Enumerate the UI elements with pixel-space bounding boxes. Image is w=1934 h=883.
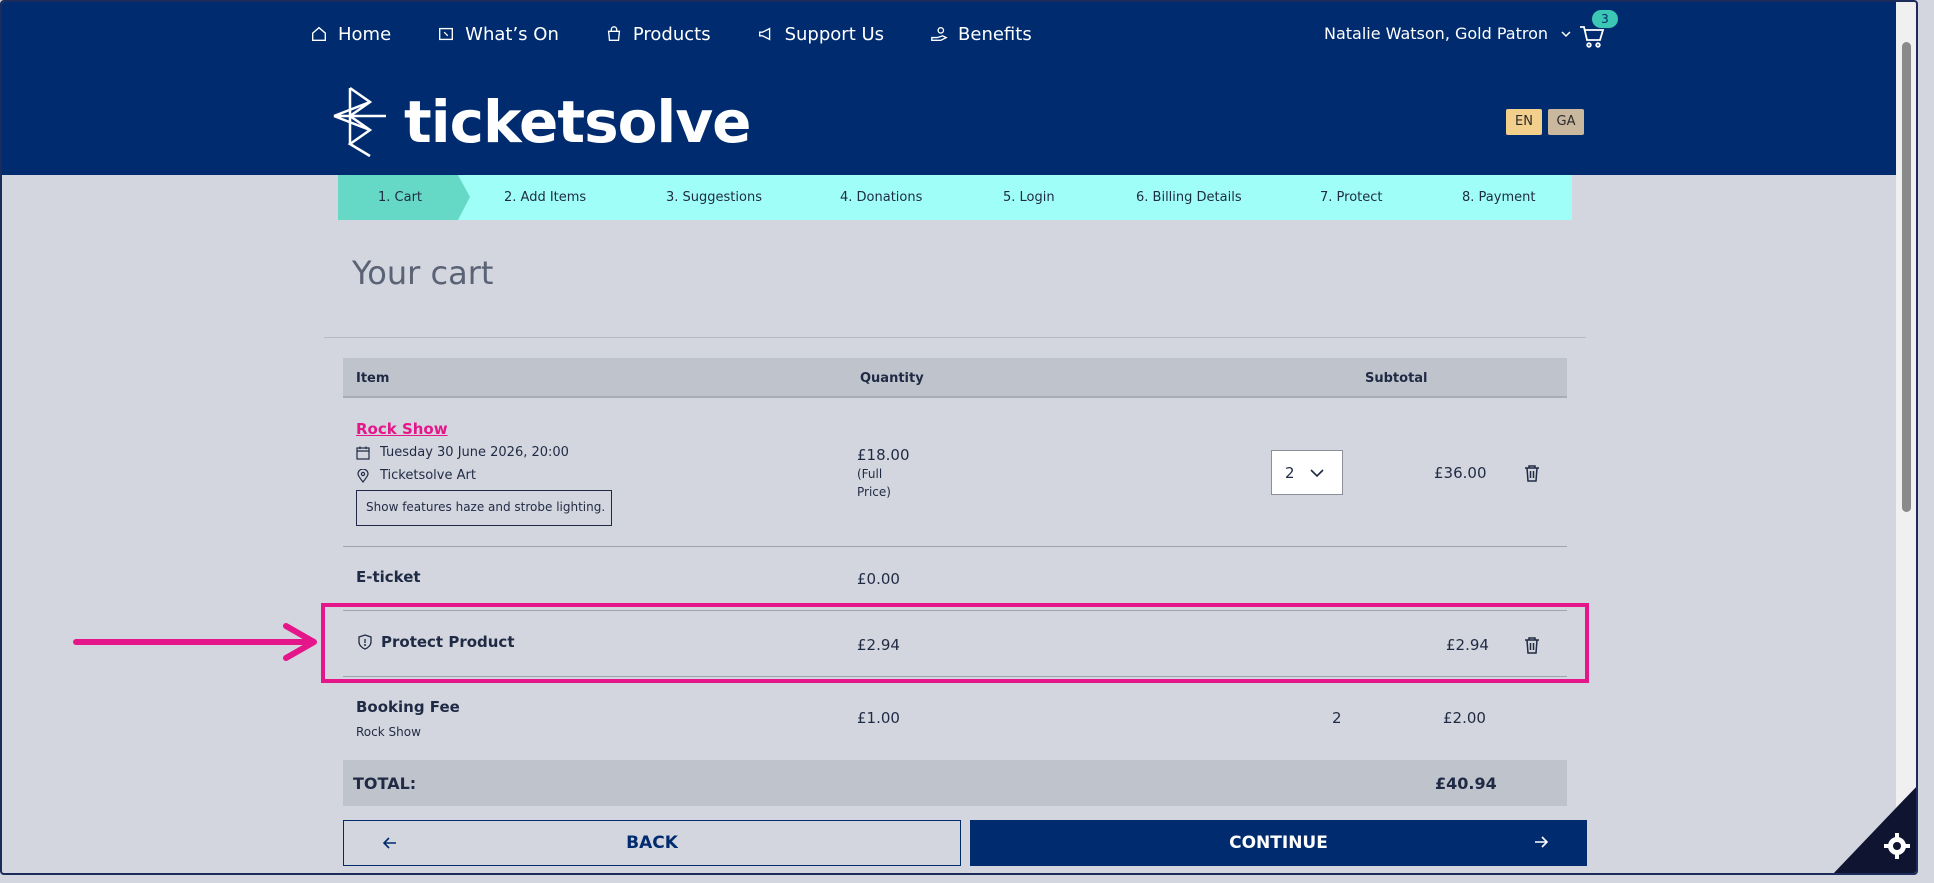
step-add-items[interactable]: 2. Add Items [504, 190, 586, 205]
brand-logo[interactable]: ticketsolve [330, 86, 751, 158]
show-subtotal: £36.00 [1434, 464, 1487, 482]
cart-table-header: Item Quantity Subtotal [343, 358, 1567, 398]
row-divider [343, 546, 1567, 547]
arrow-right-icon [1535, 836, 1549, 848]
step-payment[interactable]: 8. Payment [1462, 190, 1535, 205]
home-icon [312, 26, 326, 41]
step-donations[interactable]: 4. Donations [840, 190, 922, 205]
total-row: TOTAL: £40.94 [343, 760, 1567, 806]
show-price-type-line2: Price) [857, 485, 891, 499]
total-value: £40.94 [1435, 774, 1497, 793]
highlight-box [321, 603, 1589, 683]
booking-fee-price: £1.00 [857, 709, 900, 727]
language-switcher: EN GA [1506, 109, 1584, 135]
back-button-label: BACK [626, 833, 678, 853]
show-venue-text: Ticketsolve Art [380, 468, 476, 483]
browser-frame: Home What’s On Products Support Us Benef… [0, 0, 1918, 875]
step-suggestions[interactable]: 3. Suggestions [666, 190, 762, 205]
show-date-text: Tuesday 30 June 2026, 20:00 [380, 445, 569, 460]
column-quantity: Quantity [860, 371, 924, 386]
step-cart[interactable]: 1. Cart [378, 190, 422, 205]
nav-whats-on[interactable]: What’s On [437, 20, 559, 48]
booking-fee-qty: 2 [1332, 709, 1342, 727]
nav-whats-on-label: What’s On [465, 23, 559, 45]
scrollbar[interactable] [1896, 2, 1916, 873]
show-name-link[interactable]: Rock Show [356, 420, 448, 438]
lang-ga-button[interactable]: GA [1548, 109, 1584, 135]
nav-products-label: Products [632, 23, 711, 45]
user-menu[interactable]: Natalie Watson, Gold Patron [1324, 24, 1572, 43]
chevron-down-icon [1561, 30, 1571, 37]
booking-fee-label: Booking Fee [356, 698, 460, 716]
arrow-annotation-icon [73, 623, 317, 661]
calendar-icon [356, 446, 370, 460]
total-label: TOTAL: [353, 774, 417, 793]
gear-icon[interactable] [1884, 833, 1910, 859]
continue-button-label: CONTINUE [1229, 833, 1328, 853]
trash-icon[interactable] [1524, 464, 1540, 482]
nav-products[interactable]: Products [605, 20, 711, 48]
eticket-price: £0.00 [857, 570, 900, 588]
site-header: Home What’s On Products Support Us Benef… [2, 2, 1916, 175]
nav-home-label: Home [338, 23, 392, 45]
nav-support-us[interactable]: Support Us [757, 20, 884, 48]
ticketsolve-logo-icon [333, 86, 386, 158]
hand-coin-icon [931, 27, 948, 41]
column-subtotal: Subtotal [1365, 371, 1428, 386]
lang-en-button[interactable]: EN [1506, 109, 1542, 135]
step-protect[interactable]: 7. Protect [1320, 190, 1383, 205]
scrollbar-thumb[interactable] [1902, 42, 1911, 512]
megaphone-icon [758, 27, 770, 41]
location-pin-icon [357, 468, 369, 483]
show-date: Tuesday 30 June 2026, 20:00 [356, 445, 569, 460]
show-venue: Ticketsolve Art [356, 468, 476, 483]
booking-fee-event: Rock Show [356, 725, 421, 739]
shopping-bag-icon [607, 26, 621, 41]
ticket-icon [439, 27, 454, 41]
nav-benefits[interactable]: Benefits [930, 20, 1032, 48]
step-login[interactable]: 5. Login [1003, 190, 1055, 205]
title-divider [324, 337, 1586, 338]
show-warning-note: Show features haze and strobe lighting. [356, 490, 612, 526]
nav-home[interactable]: Home [310, 20, 391, 48]
page-title: Your cart [352, 254, 494, 292]
brand-name: ticketsolve [404, 88, 751, 156]
column-item: Item [356, 371, 390, 386]
arrow-left-icon [382, 837, 396, 849]
nav-support-us-label: Support Us [784, 23, 885, 45]
main-nav: Home What’s On Products Support Us Benef… [310, 20, 1078, 48]
show-quantity-select[interactable]: 2 [1271, 450, 1343, 495]
show-quantity-value: 2 [1285, 463, 1295, 482]
show-price: £18.00 [857, 446, 910, 464]
booking-fee-subtotal: £2.00 [1443, 709, 1486, 727]
checkout-steps: 1. Cart 2. Add Items 3. Suggestions 4. D… [338, 175, 1572, 220]
step-billing-details[interactable]: 6. Billing Details [1136, 190, 1242, 205]
show-price-type-line1: (Full [857, 467, 883, 481]
chevron-down-icon [1310, 469, 1324, 478]
user-name: Natalie Watson, Gold Patron [1324, 24, 1549, 43]
continue-button[interactable]: CONTINUE [970, 820, 1587, 866]
eticket-label: E-ticket [356, 568, 421, 586]
cart-count-badge: 3 [1592, 10, 1618, 28]
nav-benefits-label: Benefits [958, 23, 1032, 45]
back-button[interactable]: BACK [343, 820, 961, 866]
